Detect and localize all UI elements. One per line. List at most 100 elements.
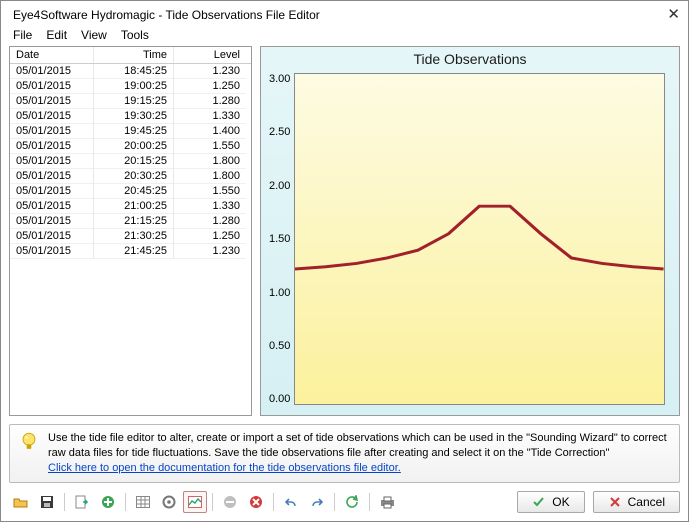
cell-level: 1.800 bbox=[174, 169, 246, 184]
document-import-icon bbox=[75, 495, 90, 509]
minus-circle-icon bbox=[223, 495, 237, 509]
cell-level: 1.800 bbox=[174, 154, 246, 169]
printer-icon bbox=[380, 496, 395, 509]
cell-time: 19:30:25 bbox=[94, 109, 174, 124]
cell-level: 1.230 bbox=[174, 244, 246, 259]
open-button[interactable] bbox=[9, 491, 33, 513]
gear-icon bbox=[162, 495, 176, 509]
cell-time: 21:30:25 bbox=[94, 229, 174, 244]
redo-button[interactable] bbox=[305, 491, 329, 513]
cell-level: 1.280 bbox=[174, 94, 246, 109]
plus-circle-icon bbox=[101, 495, 115, 509]
undo-button[interactable] bbox=[279, 491, 303, 513]
table-row[interactable]: 05/01/201520:30:251.800 bbox=[10, 169, 251, 184]
close-icon[interactable]: ✕ bbox=[667, 7, 680, 22]
cell-level: 1.250 bbox=[174, 229, 246, 244]
settings-button[interactable] bbox=[157, 491, 181, 513]
cell-date: 05/01/2015 bbox=[10, 154, 94, 169]
cell-date: 05/01/2015 bbox=[10, 229, 94, 244]
cell-level: 1.230 bbox=[174, 64, 246, 79]
add-button[interactable] bbox=[96, 491, 120, 513]
col-header-level[interactable]: Level bbox=[174, 47, 246, 63]
cancel-label: Cancel bbox=[628, 495, 665, 509]
table-row[interactable]: 05/01/201521:15:251.280 bbox=[10, 214, 251, 229]
import-button[interactable] bbox=[70, 491, 94, 513]
table-row[interactable]: 05/01/201521:45:251.230 bbox=[10, 244, 251, 259]
cell-time: 21:15:25 bbox=[94, 214, 174, 229]
cell-level: 1.550 bbox=[174, 184, 246, 199]
cell-level: 1.550 bbox=[174, 139, 246, 154]
folder-open-icon bbox=[13, 495, 29, 509]
cell-date: 05/01/2015 bbox=[10, 244, 94, 259]
chart-pane: Tide Observations 3.002.502.001.501.000.… bbox=[260, 46, 680, 416]
table-row[interactable]: 05/01/201519:00:251.250 bbox=[10, 79, 251, 94]
table-row[interactable]: 05/01/201519:15:251.280 bbox=[10, 94, 251, 109]
chart-icon bbox=[188, 496, 202, 508]
table-row[interactable]: 05/01/201518:45:251.230 bbox=[10, 64, 251, 79]
info-doc-link[interactable]: Click here to open the documentation for… bbox=[48, 462, 401, 474]
cross-circle-icon bbox=[249, 495, 263, 509]
cell-date: 05/01/2015 bbox=[10, 79, 94, 94]
cell-level: 1.330 bbox=[174, 199, 246, 214]
ok-label: OK bbox=[552, 495, 569, 509]
cross-icon bbox=[608, 495, 622, 509]
col-header-date[interactable]: Date bbox=[10, 47, 94, 63]
cancel-button[interactable]: Cancel bbox=[593, 491, 680, 513]
window-title: Eye4Software Hydromagic - Tide Observati… bbox=[13, 8, 320, 22]
table-row[interactable]: 05/01/201521:30:251.250 bbox=[10, 229, 251, 244]
undo-icon bbox=[284, 496, 298, 508]
info-text: Use the tide file editor to alter, creat… bbox=[48, 432, 667, 459]
cell-date: 05/01/2015 bbox=[10, 109, 94, 124]
redo-icon bbox=[310, 496, 324, 508]
y-tick: 0.00 bbox=[269, 393, 290, 405]
cell-date: 05/01/2015 bbox=[10, 64, 94, 79]
cell-time: 19:45:25 bbox=[94, 124, 174, 139]
y-tick: 1.50 bbox=[269, 233, 290, 245]
cell-time: 20:00:25 bbox=[94, 139, 174, 154]
table-row[interactable]: 05/01/201520:00:251.550 bbox=[10, 139, 251, 154]
chart-y-axis: 3.002.502.001.501.000.500.00 bbox=[265, 73, 294, 405]
floppy-disk-icon bbox=[40, 495, 54, 509]
table-row[interactable]: 05/01/201521:00:251.330 bbox=[10, 199, 251, 214]
cell-date: 05/01/2015 bbox=[10, 184, 94, 199]
table-row[interactable]: 05/01/201520:15:251.800 bbox=[10, 154, 251, 169]
cell-level: 1.250 bbox=[174, 79, 246, 94]
grid-button[interactable] bbox=[131, 491, 155, 513]
menu-file[interactable]: File bbox=[13, 28, 32, 42]
observations-table[interactable]: Date Time Level 05/01/201518:45:251.2300… bbox=[9, 46, 252, 416]
cell-level: 1.330 bbox=[174, 109, 246, 124]
ok-button[interactable]: OK bbox=[517, 491, 584, 513]
refresh-button[interactable] bbox=[340, 491, 364, 513]
delete-button[interactable] bbox=[244, 491, 268, 513]
cell-time: 20:45:25 bbox=[94, 184, 174, 199]
cell-time: 19:15:25 bbox=[94, 94, 174, 109]
cell-time: 21:00:25 bbox=[94, 199, 174, 214]
print-button[interactable] bbox=[375, 491, 399, 513]
cell-date: 05/01/2015 bbox=[10, 124, 94, 139]
col-header-time[interactable]: Time bbox=[94, 47, 174, 63]
table-row[interactable]: 05/01/201519:45:251.400 bbox=[10, 124, 251, 139]
cell-time: 19:00:25 bbox=[94, 79, 174, 94]
chart-view-button[interactable] bbox=[183, 491, 207, 513]
y-tick: 2.00 bbox=[269, 180, 290, 192]
cell-time: 20:30:25 bbox=[94, 169, 174, 184]
menu-edit[interactable]: Edit bbox=[46, 28, 67, 42]
refresh-icon bbox=[345, 495, 359, 509]
y-tick: 3.00 bbox=[269, 73, 290, 85]
cell-level: 1.280 bbox=[174, 214, 246, 229]
grid-icon bbox=[136, 496, 150, 508]
cell-date: 05/01/2015 bbox=[10, 169, 94, 184]
table-row[interactable]: 05/01/201519:30:251.330 bbox=[10, 109, 251, 124]
info-box: Use the tide file editor to alter, creat… bbox=[9, 424, 680, 483]
menu-tools[interactable]: Tools bbox=[121, 28, 149, 42]
cell-date: 05/01/2015 bbox=[10, 214, 94, 229]
save-button[interactable] bbox=[35, 491, 59, 513]
chart-plot bbox=[294, 73, 665, 405]
remove-button[interactable] bbox=[218, 491, 242, 513]
y-tick: 0.50 bbox=[269, 340, 290, 352]
cell-date: 05/01/2015 bbox=[10, 199, 94, 214]
cell-level: 1.400 bbox=[174, 124, 246, 139]
menu-view[interactable]: View bbox=[81, 28, 107, 42]
check-icon bbox=[532, 495, 546, 509]
table-row[interactable]: 05/01/201520:45:251.550 bbox=[10, 184, 251, 199]
